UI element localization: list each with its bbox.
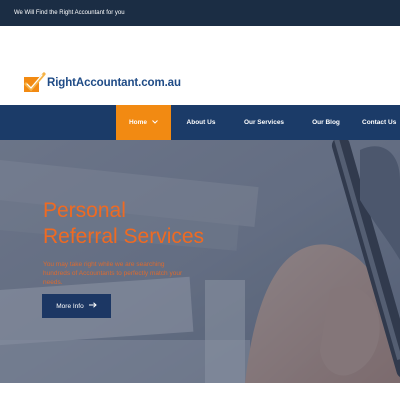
site-header: RightAccountant.com.au — [0, 26, 400, 105]
more-info-button[interactable]: More Info — [42, 294, 111, 318]
nav-label-our-services: Our Services — [243, 119, 285, 126]
nav-item-our-services[interactable]: Our Services — [235, 105, 293, 140]
hero-title-line-1: Personal — [43, 199, 126, 222]
nav-item-contact-us[interactable]: Contact Us — [362, 105, 400, 140]
nav-item-home[interactable]: Home — [116, 105, 171, 140]
nav-label-our-blog: Our Blog — [312, 119, 340, 126]
top-bar: We Will Find the Right Accountant for yo… — [0, 0, 400, 26]
main-nav: Home About Us Our Services Our Blog Cont… — [0, 105, 400, 140]
logo-text: RightAccountant.com.au — [47, 77, 181, 89]
content-start — [0, 383, 400, 400]
nav-label-home: Home — [128, 119, 148, 126]
checkmark-logo-icon — [22, 71, 46, 95]
chevron-down-icon — [152, 119, 158, 126]
tagline: We Will Find the Right Accountant for yo… — [14, 10, 125, 16]
nav-item-about-us[interactable]: About Us — [176, 105, 226, 140]
hero-description: You may take right while we are searchin… — [43, 261, 183, 286]
arrow-right-icon — [88, 302, 97, 310]
nav-label-about-us: About Us — [186, 119, 216, 126]
more-info-label: More Info — [56, 302, 84, 310]
hero-title: Personal Referral Services — [43, 198, 204, 250]
nav-label-contact-us: Contact Us — [362, 119, 397, 126]
hero-banner: Personal Referral Services You may take … — [0, 140, 400, 383]
nav-item-our-blog[interactable]: Our Blog — [303, 105, 349, 140]
site-logo[interactable]: RightAccountant.com.au — [22, 71, 181, 95]
hero-title-line-2: Referral Services — [43, 225, 205, 248]
